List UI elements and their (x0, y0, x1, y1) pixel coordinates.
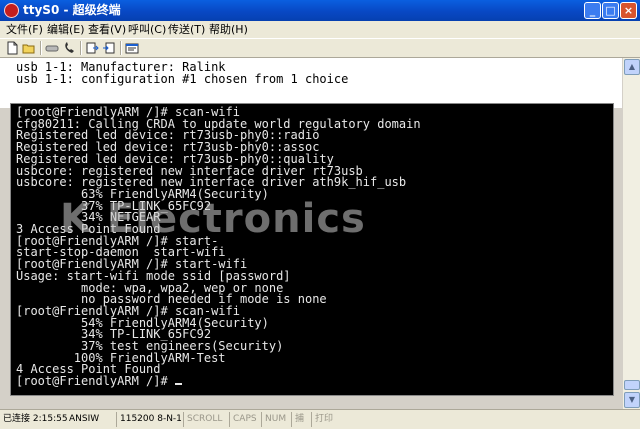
title-bar[interactable]: ttyS0 - 超级终端 _ □ × (0, 0, 640, 21)
minimize-button[interactable]: _ (584, 2, 601, 19)
terminal-output: [root@FriendlyARM /]# scan-wifi cfg80211… (16, 105, 421, 389)
status-num: NUM (261, 412, 291, 427)
toolbar-separator (40, 41, 42, 55)
menu-transfer[interactable]: 传送(T) (168, 22, 205, 37)
watermark: K Electronics (60, 196, 366, 242)
status-settings: 115200 8-N-1 (116, 412, 183, 427)
window-title: ttyS0 - 超级终端 (23, 3, 121, 17)
disconnect-icon[interactable] (45, 41, 59, 55)
toolbar (0, 38, 640, 58)
menu-edit[interactable]: 编辑(E) (47, 22, 85, 37)
menu-view[interactable]: 查看(V) (88, 22, 126, 37)
cursor (174, 383, 182, 386)
scroll-down-icon[interactable]: ▼ (624, 392, 640, 408)
maximize-button[interactable]: □ (602, 2, 619, 19)
status-bar: 已连接 2:15:55 ANSIW 115200 8-N-1 SCROLL CA… (0, 409, 640, 429)
terminal-screen[interactable]: [root@FriendlyARM /]# scan-wifi cfg80211… (10, 103, 614, 396)
hyperterminal-icon[interactable] (4, 3, 19, 18)
scrollback-text: usb 1-1: Manufacturer: Ralink usb 1-1: c… (16, 60, 349, 86)
menu-bar: 文件(F) 编辑(E) 查看(V) 呼叫(C) 传送(T) 帮助(H) (0, 21, 640, 38)
status-caps: CAPS (229, 412, 261, 427)
open-icon[interactable] (22, 41, 36, 55)
close-button[interactable]: × (620, 2, 637, 19)
terminal-text: [root@FriendlyARM /]# scan-wifi cfg80211… (16, 105, 421, 389)
menu-file[interactable]: 文件(F) (6, 22, 43, 37)
scrollback-area: usb 1-1: Manufacturer: Ralink usb 1-1: c… (0, 58, 622, 98)
send-icon[interactable] (85, 41, 99, 55)
status-scroll: SCROLL (183, 412, 229, 427)
toolbar-separator (120, 41, 122, 55)
menu-help[interactable]: 帮助(H) (209, 22, 248, 37)
status-print: 打印 (311, 412, 351, 427)
status-connected: 已连接 2:15:55 (3, 414, 68, 424)
menu-call[interactable]: 呼叫(C) (128, 22, 166, 37)
toolbar-separator (80, 41, 82, 55)
scroll-up-icon[interactable]: ▲ (624, 59, 640, 75)
receive-icon[interactable] (102, 41, 116, 55)
call-icon[interactable] (62, 41, 76, 55)
scrollbar-thumb[interactable] (624, 380, 640, 390)
new-icon[interactable] (5, 41, 19, 55)
vertical-scrollbar[interactable]: ▲ ▼ (622, 58, 640, 409)
status-emulation: ANSIW (69, 414, 100, 424)
properties-icon[interactable] (125, 41, 139, 55)
status-capture: 捕 (291, 412, 311, 427)
